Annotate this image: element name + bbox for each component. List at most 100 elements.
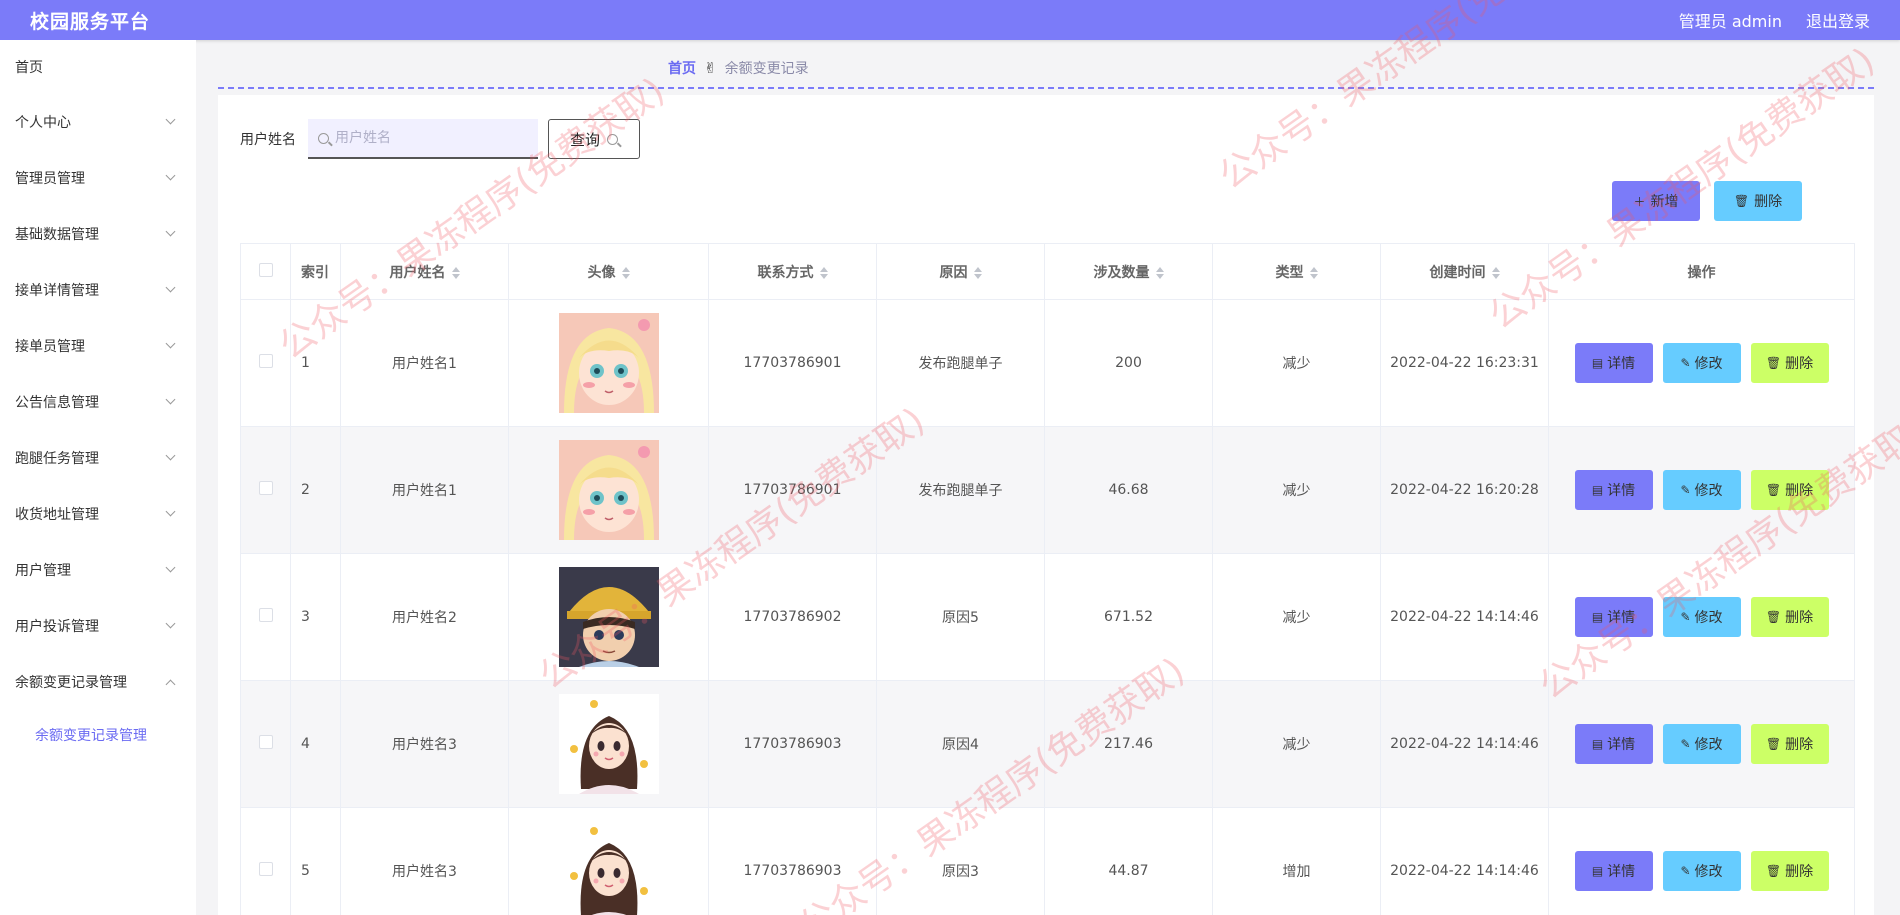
- sort-icon[interactable]: [621, 266, 630, 279]
- sidebar-item-users[interactable]: 用户管理: [0, 542, 196, 598]
- batch-delete-button[interactable]: 🗑 删除: [1714, 181, 1802, 221]
- detail-button[interactable]: ▤ 详情: [1574, 343, 1653, 383]
- query-button[interactable]: 查询: [548, 119, 640, 159]
- cell-actions: ▤ 详情 ✎ 修改 🗑 删除: [1548, 426, 1855, 554]
- cell-type: 增加: [1212, 807, 1381, 915]
- column-header-reason[interactable]: 原因: [876, 243, 1045, 300]
- cell-phone: 17703786901: [708, 426, 877, 554]
- avatar: [558, 821, 659, 915]
- logout-button[interactable]: 退出登录: [1806, 8, 1870, 32]
- sidebar-item-complaints[interactable]: 用户投诉管理: [0, 598, 196, 654]
- column-header-amount[interactable]: 涉及数量: [1044, 243, 1213, 300]
- sidebar-item-profile[interactable]: 个人中心: [0, 94, 196, 150]
- detail-button[interactable]: ▤ 详情: [1574, 851, 1653, 891]
- row-select-cell[interactable]: [240, 426, 291, 554]
- edit-button[interactable]: ✎ 修改: [1662, 343, 1741, 383]
- trash-icon: 🗑: [1765, 864, 1782, 878]
- table-row: 1 用户姓名1 17703786901 发布跑腿单子 200 减少 2022-04-22 1…: [240, 299, 1855, 427]
- chevron-down-icon: [165, 506, 176, 516]
- row-checkbox[interactable]: [258, 481, 273, 495]
- cell-amount: 217.46: [1044, 680, 1213, 808]
- sort-icon[interactable]: [1155, 266, 1164, 279]
- row-select-cell[interactable]: [240, 553, 291, 681]
- cell-type: 减少: [1212, 426, 1381, 554]
- cell-name: 用户姓名1: [340, 426, 509, 554]
- edit-button[interactable]: ✎ 修改: [1662, 470, 1741, 510]
- cell-avatar: [508, 807, 709, 915]
- column-header-type[interactable]: 类型: [1212, 243, 1381, 300]
- row-checkbox[interactable]: [258, 735, 273, 749]
- sidebar-item-home[interactable]: 首页: [0, 40, 196, 94]
- cell-phone: 17703786901: [708, 299, 877, 427]
- row-select-cell[interactable]: [240, 680, 291, 808]
- row-select-cell[interactable]: [240, 807, 291, 915]
- row-checkbox[interactable]: [258, 608, 273, 622]
- avatar: [558, 440, 659, 540]
- row-checkbox[interactable]: [258, 862, 273, 876]
- cell-index: 3: [290, 553, 341, 681]
- sort-icon[interactable]: [1491, 266, 1500, 279]
- table-header-row: 索引 用户姓名 头像 联系方式 原因 涉及数量 类型 创建时间 操作: [240, 243, 1855, 300]
- delete-button[interactable]: 🗑 删除: [1750, 343, 1829, 383]
- sidebar-subitem-balance-records[interactable]: 余额变更记录管理: [0, 710, 196, 760]
- cell-created-time: 2022-04-22 16:20:28: [1380, 426, 1549, 554]
- sort-icon[interactable]: [973, 266, 982, 279]
- sidebar-item-label: 接单详情管理: [15, 283, 99, 299]
- sidebar-item-label: 管理员管理: [15, 171, 85, 187]
- document-icon: ▤: [1591, 737, 1604, 751]
- detail-button[interactable]: ▤ 详情: [1574, 724, 1653, 764]
- delete-button[interactable]: 🗑 删除: [1750, 597, 1829, 637]
- cell-amount: 44.87: [1044, 807, 1213, 915]
- document-icon: ▤: [1591, 864, 1604, 878]
- select-all-cell[interactable]: [240, 243, 291, 300]
- sidebar-item-order-details[interactable]: 接单详情管理: [0, 262, 196, 318]
- sort-icon[interactable]: [451, 266, 460, 279]
- delete-button[interactable]: 🗑 删除: [1750, 724, 1829, 764]
- add-button[interactable]: ＋ 新增: [1612, 181, 1700, 221]
- sidebar-item-balance-records[interactable]: 余额变更记录管理: [0, 654, 196, 710]
- search-form: 用户姓名 查询: [240, 119, 640, 159]
- breadcrumb-current: 余额变更记录: [724, 61, 809, 77]
- select-all-checkbox[interactable]: [258, 262, 273, 277]
- hand-icon: ✌: [704, 59, 717, 77]
- admin-user-label[interactable]: 管理员 admin: [1679, 8, 1782, 32]
- sidebar-item-addresses[interactable]: 收货地址管理: [0, 486, 196, 542]
- detail-button[interactable]: ▤ 详情: [1574, 470, 1653, 510]
- cell-index: 2: [290, 426, 341, 554]
- column-header-avatar[interactable]: 头像: [508, 243, 709, 300]
- sidebar-item-couriers[interactable]: 接单员管理: [0, 318, 196, 374]
- cell-reason: 原因3: [876, 807, 1045, 915]
- delete-button[interactable]: 🗑 删除: [1750, 470, 1829, 510]
- sidebar-item-label: 公告信息管理: [15, 395, 99, 411]
- table-row: 5 用户姓名3 17703786903 原因3 44.87 增加 2022-04-22 14…: [240, 807, 1855, 915]
- edit-button[interactable]: ✎ 修改: [1662, 724, 1741, 764]
- plus-icon: ＋: [1633, 194, 1646, 209]
- search-field[interactable]: [308, 119, 538, 159]
- detail-button[interactable]: ▤ 详情: [1574, 597, 1653, 637]
- chevron-down-icon: [165, 394, 176, 404]
- delete-button[interactable]: 🗑 删除: [1750, 851, 1829, 891]
- sidebar-item-base-data[interactable]: 基础数据管理: [0, 206, 196, 262]
- column-header-phone[interactable]: 联系方式: [708, 243, 877, 300]
- edit-button[interactable]: ✎ 修改: [1662, 597, 1741, 637]
- column-header-created[interactable]: 创建时间: [1380, 243, 1549, 300]
- trash-icon: 🗑: [1765, 483, 1782, 497]
- sort-icon[interactable]: [1309, 266, 1318, 279]
- pencil-icon: ✎: [1680, 356, 1691, 370]
- cell-name: 用户姓名2: [340, 553, 509, 681]
- row-checkbox[interactable]: [258, 354, 273, 368]
- main-content: 用户姓名 查询 ＋ 新增 🗑 删除 索引 用户姓名 头像 联系方式 原因: [218, 95, 1874, 915]
- row-select-cell[interactable]: [240, 299, 291, 427]
- column-header-name[interactable]: 用户姓名: [340, 243, 509, 300]
- sidebar-item-label: 个人中心: [15, 115, 71, 131]
- sidebar-item-admins[interactable]: 管理员管理: [0, 150, 196, 206]
- cell-created-time: 2022-04-22 16:23:31: [1380, 299, 1549, 427]
- sort-icon[interactable]: [819, 266, 828, 279]
- edit-button[interactable]: ✎ 修改: [1662, 851, 1741, 891]
- breadcrumb-home[interactable]: 首页: [668, 58, 696, 78]
- sidebar-item-notices[interactable]: 公告信息管理: [0, 374, 196, 430]
- search-input[interactable]: [335, 130, 515, 146]
- cell-amount: 200: [1044, 299, 1213, 427]
- sidebar-item-errands[interactable]: 跑腿任务管理: [0, 430, 196, 486]
- cell-actions: ▤ 详情 ✎ 修改 🗑 删除: [1548, 553, 1855, 681]
